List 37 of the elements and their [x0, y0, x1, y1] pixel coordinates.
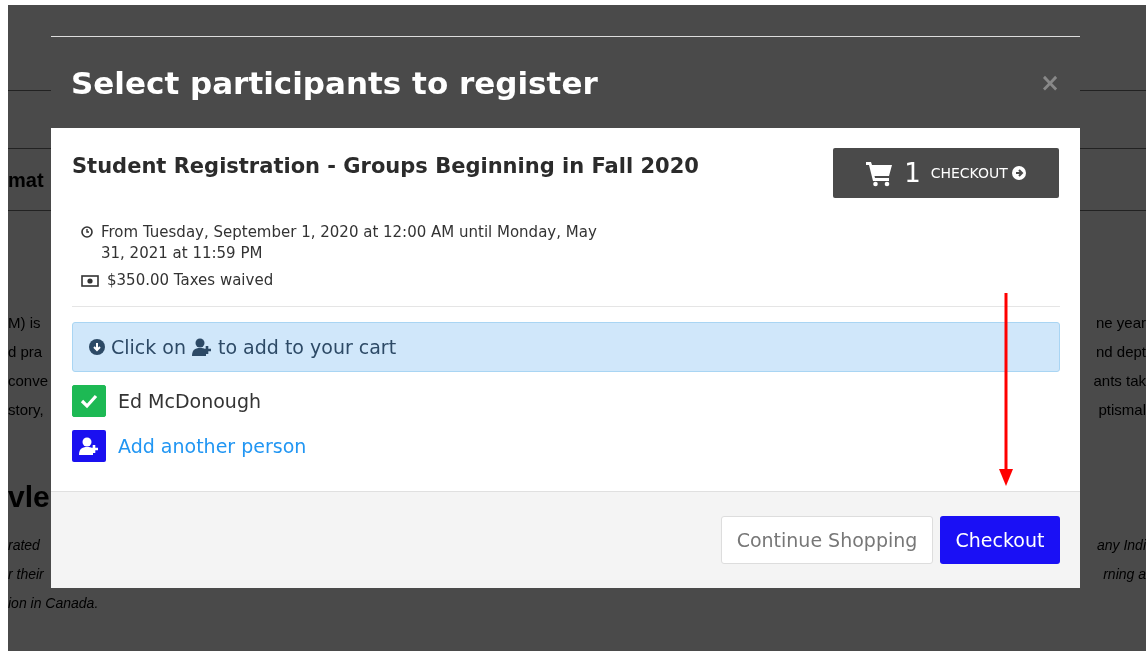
add-person-button[interactable]: [72, 430, 106, 462]
clock-icon: [81, 226, 93, 238]
paragraph-text: ne year: [1095, 314, 1146, 331]
cart-checkout-button[interactable]: 1 CHECKOUT: [833, 148, 1059, 198]
cart-icon: [866, 159, 895, 187]
arrow-circle-icon: [1011, 166, 1026, 180]
checkbox[interactable]: [72, 385, 106, 417]
paragraph-text: ion in Canada.: [8, 594, 99, 611]
add-person-icon: [192, 338, 212, 356]
event-title: Student Registration - Groups Beginning in Fall 2020: [72, 153, 699, 178]
paragraph-text: rated: [8, 536, 40, 553]
paragraph-text: any Indi: [1096, 536, 1146, 553]
participant-name: Ed McDonough: [118, 390, 261, 412]
paragraph-text: M) is: [8, 314, 41, 331]
price-text: $350.00 Taxes waived: [107, 271, 274, 289]
paragraph-text: ptismal: [1098, 401, 1146, 418]
down-arrow-circle-icon: [89, 339, 105, 355]
paragraph-text: nd dept: [1095, 343, 1146, 360]
paragraph-text: ants tak: [1093, 372, 1146, 389]
checkout-button[interactable]: Checkout: [940, 516, 1060, 564]
paragraph-text: d pra: [8, 343, 43, 360]
continue-shopping-button[interactable]: Continue Shopping: [721, 516, 933, 564]
add-person-icon: [79, 437, 99, 455]
paragraph-text: rning a: [1103, 565, 1146, 582]
schedule-text: From Tuesday, September 1, 2020 at 12:00 AM until Monday, May 31, 2021 at 11:59 PM: [101, 222, 598, 264]
banknote-icon: [81, 275, 99, 287]
hint-text: Click on: [111, 336, 186, 358]
paragraph-text: conve: [8, 372, 49, 389]
add-person-link[interactable]: Add another person: [118, 435, 307, 457]
heading-text: mat: [8, 169, 44, 192]
close-button[interactable]: ×: [1039, 68, 1060, 97]
paragraph-text: story,: [8, 401, 44, 418]
dialog-title: Select participants to register: [71, 64, 598, 101]
heading-text: vle: [8, 480, 50, 515]
hint-text: to add to your cart: [218, 336, 397, 358]
paragraph-text: r their: [8, 565, 44, 582]
checkmark-icon: [80, 393, 98, 409]
